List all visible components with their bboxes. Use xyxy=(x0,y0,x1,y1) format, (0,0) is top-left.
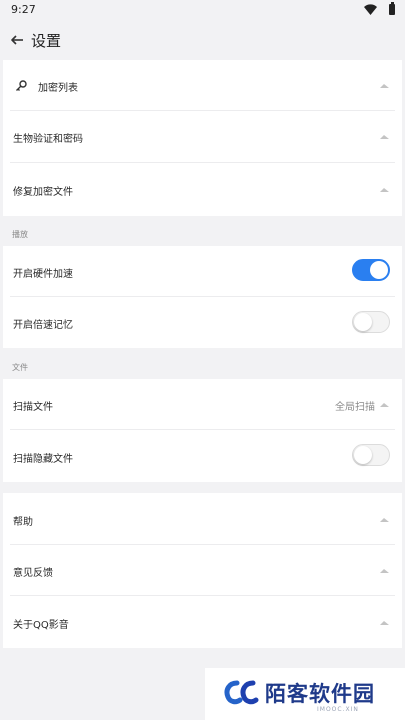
row-label: 开启硬件加速 xyxy=(13,269,73,280)
section-header-playback: 播放 xyxy=(12,230,28,239)
wifi-icon xyxy=(364,4,377,15)
scan-hidden-toggle[interactable] xyxy=(352,444,390,466)
status-time: 9:27 xyxy=(11,3,36,16)
expand-arrow-icon xyxy=(380,621,389,625)
scan-mode-value: 全局扫描 xyxy=(335,402,375,413)
list-item-feedback[interactable]: 意见反馈 xyxy=(3,545,402,596)
row-label: 扫描文件 xyxy=(13,402,53,413)
list-item-scan-files[interactable]: 扫描文件 全局扫描 xyxy=(3,379,402,430)
expand-arrow-icon xyxy=(380,569,389,573)
expand-arrow-icon xyxy=(380,518,389,522)
toggle-knob xyxy=(354,313,372,331)
list-item-encrypted-list[interactable]: 加密列表 xyxy=(3,60,402,111)
back-arrow-icon[interactable] xyxy=(10,33,26,47)
watermark: 陌客软件园 IMOOC.XIN xyxy=(205,668,405,720)
expand-arrow-icon xyxy=(380,403,389,407)
security-card: 加密列表 生物验证和密码 修复加密文件 xyxy=(3,60,402,216)
row-label: 加密列表 xyxy=(38,83,78,94)
hardware-accel-toggle[interactable] xyxy=(352,259,390,281)
playback-card: 开启硬件加速 开启倍速记忆 xyxy=(3,246,402,348)
toggle-knob xyxy=(370,261,388,279)
list-item-biometric[interactable]: 生物验证和密码 xyxy=(3,111,402,163)
expand-arrow-icon xyxy=(380,84,389,88)
status-bar: 9:27 xyxy=(0,0,405,20)
list-item-scan-hidden[interactable]: 扫描隐藏文件 xyxy=(3,430,402,482)
list-item-speed-memory[interactable]: 开启倍速记忆 xyxy=(3,297,402,348)
row-label: 开启倍速记忆 xyxy=(13,320,73,331)
expand-arrow-icon xyxy=(380,188,389,192)
key-icon xyxy=(16,80,27,91)
files-card: 扫描文件 全局扫描 扫描隐藏文件 xyxy=(3,379,402,482)
row-label: 意见反馈 xyxy=(13,568,53,579)
list-item-about-qq-player[interactable]: 关于QQ影音 xyxy=(3,596,402,648)
watermark-sub: IMOOC.XIN xyxy=(317,706,359,713)
watermark-brand: 陌客软件园 xyxy=(265,682,375,706)
page-title: 设置 xyxy=(31,32,62,50)
row-label: 扫描隐藏文件 xyxy=(13,454,73,465)
row-label: 帮助 xyxy=(13,517,33,528)
row-label: 修复加密文件 xyxy=(13,187,73,198)
list-item-repair-encrypted[interactable]: 修复加密文件 xyxy=(3,163,402,216)
expand-arrow-icon xyxy=(380,135,389,139)
battery-icon xyxy=(389,2,395,15)
row-label: 关于QQ影音 xyxy=(13,620,69,631)
watermark-logo-icon xyxy=(224,680,259,705)
section-header-files: 文件 xyxy=(12,363,28,372)
app-bar: 设置 xyxy=(0,22,405,60)
toggle-knob xyxy=(354,446,372,464)
speed-memory-toggle[interactable] xyxy=(352,311,390,333)
row-label: 生物验证和密码 xyxy=(13,134,83,145)
list-item-help[interactable]: 帮助 xyxy=(3,493,402,545)
about-card: 帮助 意见反馈 关于QQ影音 xyxy=(3,493,402,648)
list-item-hardware-accel[interactable]: 开启硬件加速 xyxy=(3,246,402,297)
